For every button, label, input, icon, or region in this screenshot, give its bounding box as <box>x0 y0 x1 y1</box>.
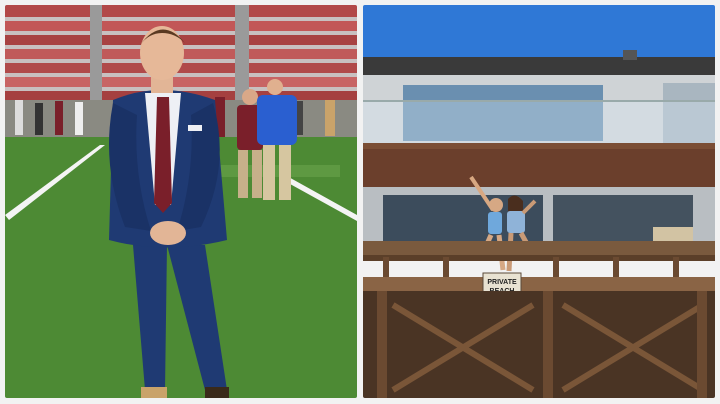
glass-railing <box>363 101 715 147</box>
sign-line-1: PRIVATE <box>487 279 517 286</box>
deck-substructure <box>363 291 715 398</box>
left-photo <box>5 5 357 398</box>
roof <box>363 57 715 75</box>
stadium-scene <box>5 5 357 398</box>
deck-railing <box>363 241 715 257</box>
beach-house-scene: PRIVATE BEACH <box>363 5 715 398</box>
wood-fascia <box>363 145 715 187</box>
photo-collage: PRIVATE BEACH <box>0 0 720 404</box>
right-photo: PRIVATE BEACH <box>363 5 715 398</box>
